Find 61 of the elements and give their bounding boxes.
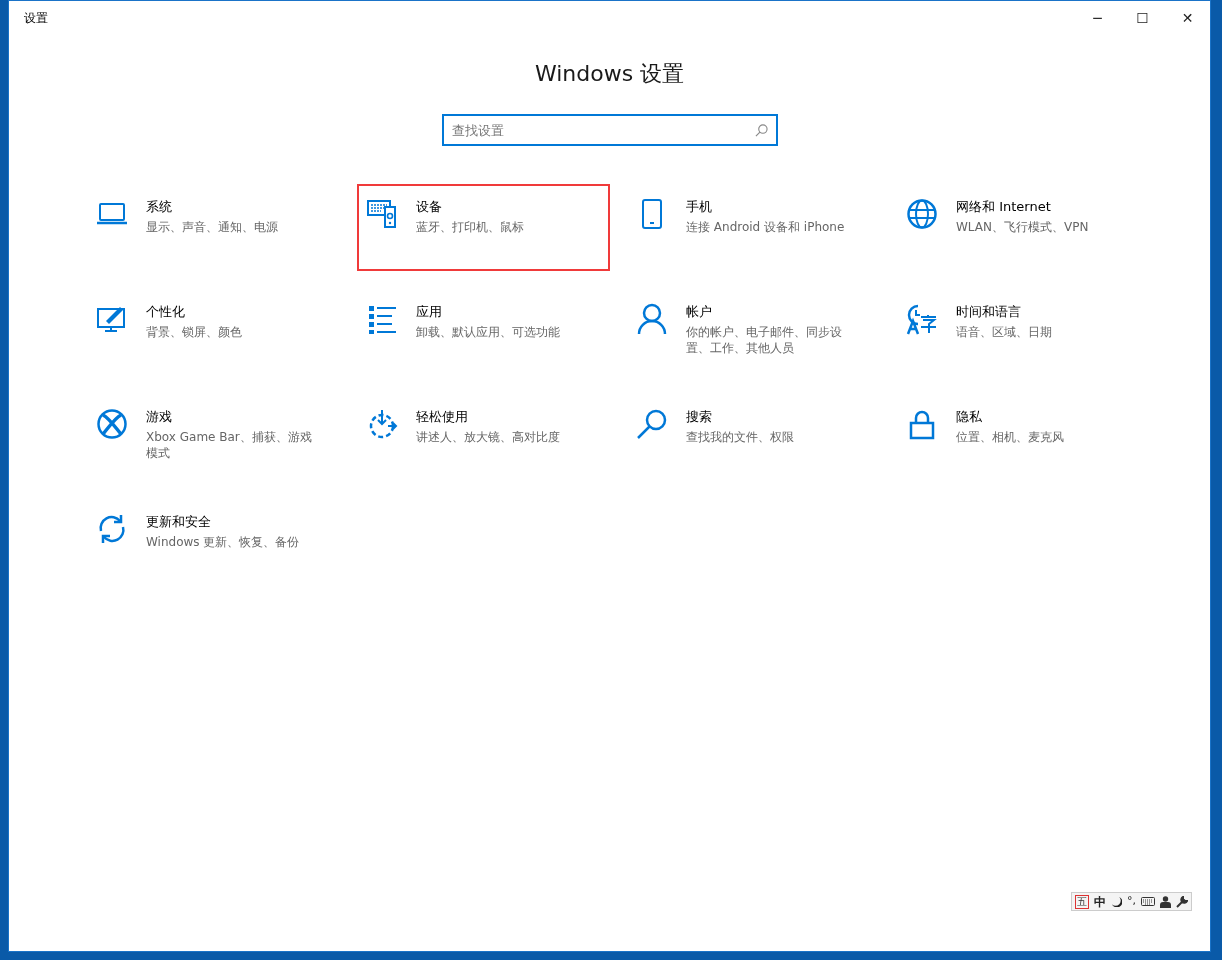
category-title: 手机 [686,198,713,216]
category-description: 讲述人、放大镜、高对比度 [416,429,561,445]
category-title: 网络和 Internet [956,198,1052,216]
settings-category[interactable]: 搜索 查找我的文件、权限 [627,394,880,481]
settings-category[interactable]: 游戏 Xbox Game Bar、捕获、游戏模式 [87,394,340,481]
search-field[interactable]: 查找设置 [441,114,778,146]
globe-icon [906,198,938,230]
refresh-icon [96,513,128,545]
category-title: 系统 [146,198,173,216]
maximize-button[interactable]: ☐ [1120,1,1165,35]
settings-category[interactable]: 更新和安全 Windows 更新、恢复、备份 [87,499,340,586]
list-icon [366,303,398,335]
category-title: 设备 [416,198,443,216]
category-description: 显示、声音、通知、电源 [146,219,279,235]
category-description: 你的帐户、电子邮件、同步设置、工作、其他人员 [686,324,843,356]
search-icon [754,124,768,137]
settings-category[interactable]: 应用 卸载、默认应用、可选功能 [357,289,610,376]
category-title: 隐私 [956,408,983,426]
category-description: 蓝牙、打印机、鼠标 [416,219,525,235]
category-description: 位置、相机、麦克风 [956,429,1065,445]
x-circle-icon [96,408,128,440]
category-title: 时间和语言 [956,303,1022,321]
category-description: 查找我的文件、权限 [686,429,795,445]
category-title: 搜索 [686,408,713,426]
moon-icon[interactable] [1111,896,1122,907]
settings-category[interactable]: 手机 连接 Android 设备和 iPhone [627,184,880,271]
person-icon [636,303,668,335]
category-description: WLAN、飞行模式、VPN [956,219,1090,235]
category-description: 背景、锁屏、颜色 [146,324,243,340]
category-title: 帐户 [686,303,713,321]
keyboard-speaker-icon [366,198,398,230]
ime-mode[interactable]: 五 [1075,894,1089,909]
category-description: Windows 更新、恢复、备份 [146,534,301,550]
settings-category[interactable]: 系统 显示、声音、通知、电源 [87,184,340,271]
person-icon[interactable] [1160,895,1171,908]
keyboard-icon[interactable] [1141,897,1155,906]
category-title: 应用 [416,303,443,321]
settings-category[interactable]: 设备 蓝牙、打印机、鼠标 [357,184,610,271]
settings-category[interactable]: 网络和 Internet WLAN、飞行模式、VPN [897,184,1150,271]
clock-letter-icon [906,303,938,335]
category-title: 游戏 [146,408,173,426]
wrench-icon[interactable] [1176,895,1188,908]
window-title: 设置 [24,10,48,27]
ime-language[interactable]: 中 [1094,892,1106,911]
settings-category[interactable]: 时间和语言 语音、区域、日期 [897,289,1150,376]
settings-category[interactable]: 轻松使用 讲述人、放大镜、高对比度 [357,394,610,481]
category-description: 连接 Android 设备和 iPhone [686,219,846,235]
search-icon [636,408,668,440]
ime-punctuation[interactable]: °, [1127,893,1136,910]
page-heading: Windows 设置 [534,60,685,88]
settings-category[interactable]: 隐私 位置、相机、麦克风 [897,394,1150,481]
category-title: 轻松使用 [416,408,469,426]
settings-category[interactable]: 帐户 你的帐户、电子邮件、同步设置、工作、其他人员 [627,289,880,376]
category-title: 更新和安全 [146,513,212,531]
category-description: 卸载、默认应用、可选功能 [416,324,561,340]
settings-category[interactable]: 个性化 背景、锁屏、颜色 [87,289,340,376]
minimize-button[interactable]: ─ [1075,1,1120,35]
category-description: 语音、区域、日期 [956,324,1053,340]
close-button[interactable]: ✕ [1165,1,1210,35]
category-description: Xbox Game Bar、捕获、游戏模式 [146,429,313,461]
category-title: 个性化 [146,303,186,321]
